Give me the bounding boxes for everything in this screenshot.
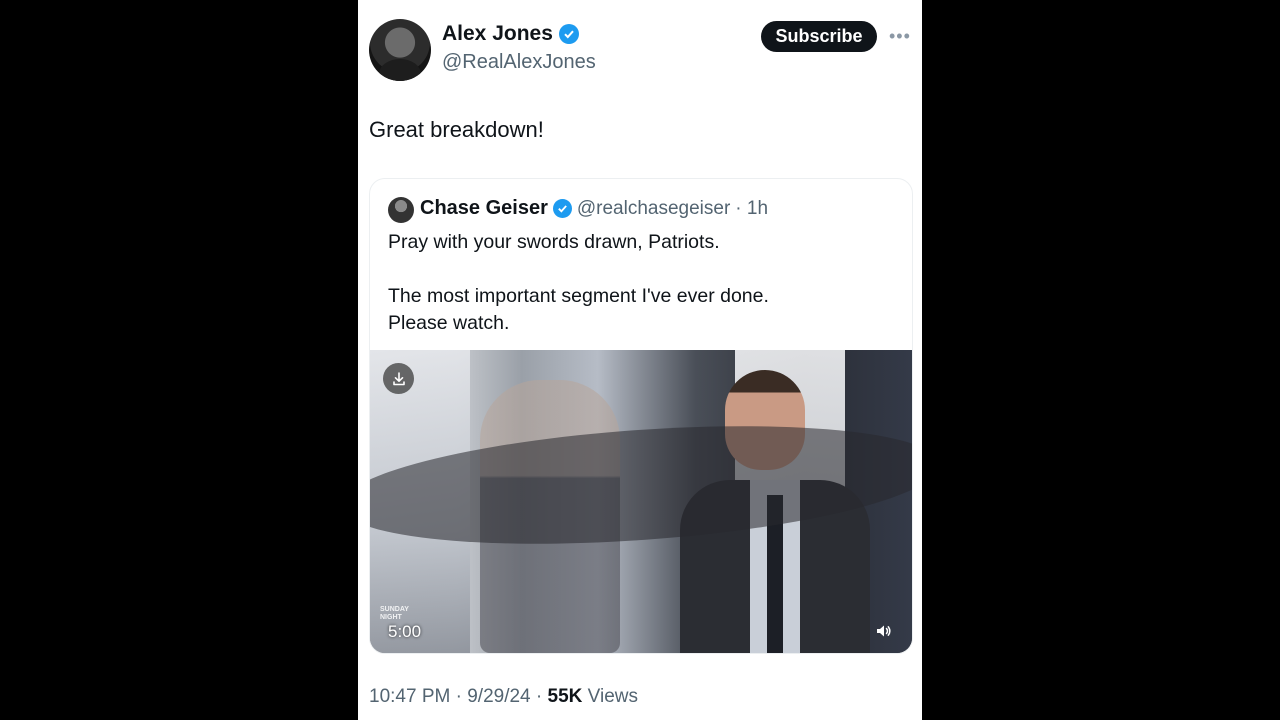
video-duration: 5:00 (388, 622, 422, 641)
tweet-card: Alex Jones @RealAlexJones Subscribe ••• … (358, 0, 922, 720)
author-name[interactable]: Alex Jones (442, 22, 553, 46)
tweet-meta: 10:47 PM · 9/29/24 · 55K Views (369, 686, 638, 708)
quoted-author-name: Chase Geiser (420, 197, 548, 219)
author-avatar[interactable] (369, 19, 431, 81)
quoted-header: Chase Geiser @realchasegeiser · 1h (420, 197, 768, 220)
quoted-text-line-2: The most important segment I've ever don… (388, 285, 769, 307)
tweet-time[interactable]: 10:47 PM (369, 686, 450, 707)
quoted-author-avatar (388, 197, 414, 223)
volume-icon[interactable] (870, 618, 896, 644)
verified-badge-icon (558, 24, 579, 44)
download-icon[interactable] (383, 363, 414, 394)
quoted-tweet[interactable]: Chase Geiser @realchasegeiser · 1h Pray … (369, 178, 913, 654)
author-name-row: Alex Jones (442, 22, 579, 46)
subscribe-button[interactable]: Subscribe (761, 21, 877, 52)
quoted-time: · 1h (735, 197, 769, 219)
more-options-icon[interactable]: ••• (889, 26, 911, 47)
verified-badge-icon (552, 199, 572, 218)
author-handle[interactable]: @RealAlexJones (442, 51, 596, 74)
tweet-text: Great breakdown! (369, 117, 544, 142)
tweet-date[interactable]: 9/29/24 (467, 686, 530, 707)
quoted-text-line-1: Pray with your swords drawn, Patriots. (388, 231, 720, 253)
avatar-shirt (379, 59, 421, 81)
quoted-author-handle: @realchasegeiser (576, 197, 731, 219)
meta-separator: · (455, 686, 462, 707)
stage: Alex Jones @RealAlexJones Subscribe ••• … (0, 0, 1280, 720)
views-count[interactable]: 55K (548, 686, 583, 707)
quoted-text-line-3: Please watch. (388, 312, 510, 334)
meta-separator: · (535, 686, 543, 707)
views-label: Views (587, 686, 638, 707)
video-player[interactable]: SUNDAY NIGHT 5:00 (370, 350, 912, 653)
